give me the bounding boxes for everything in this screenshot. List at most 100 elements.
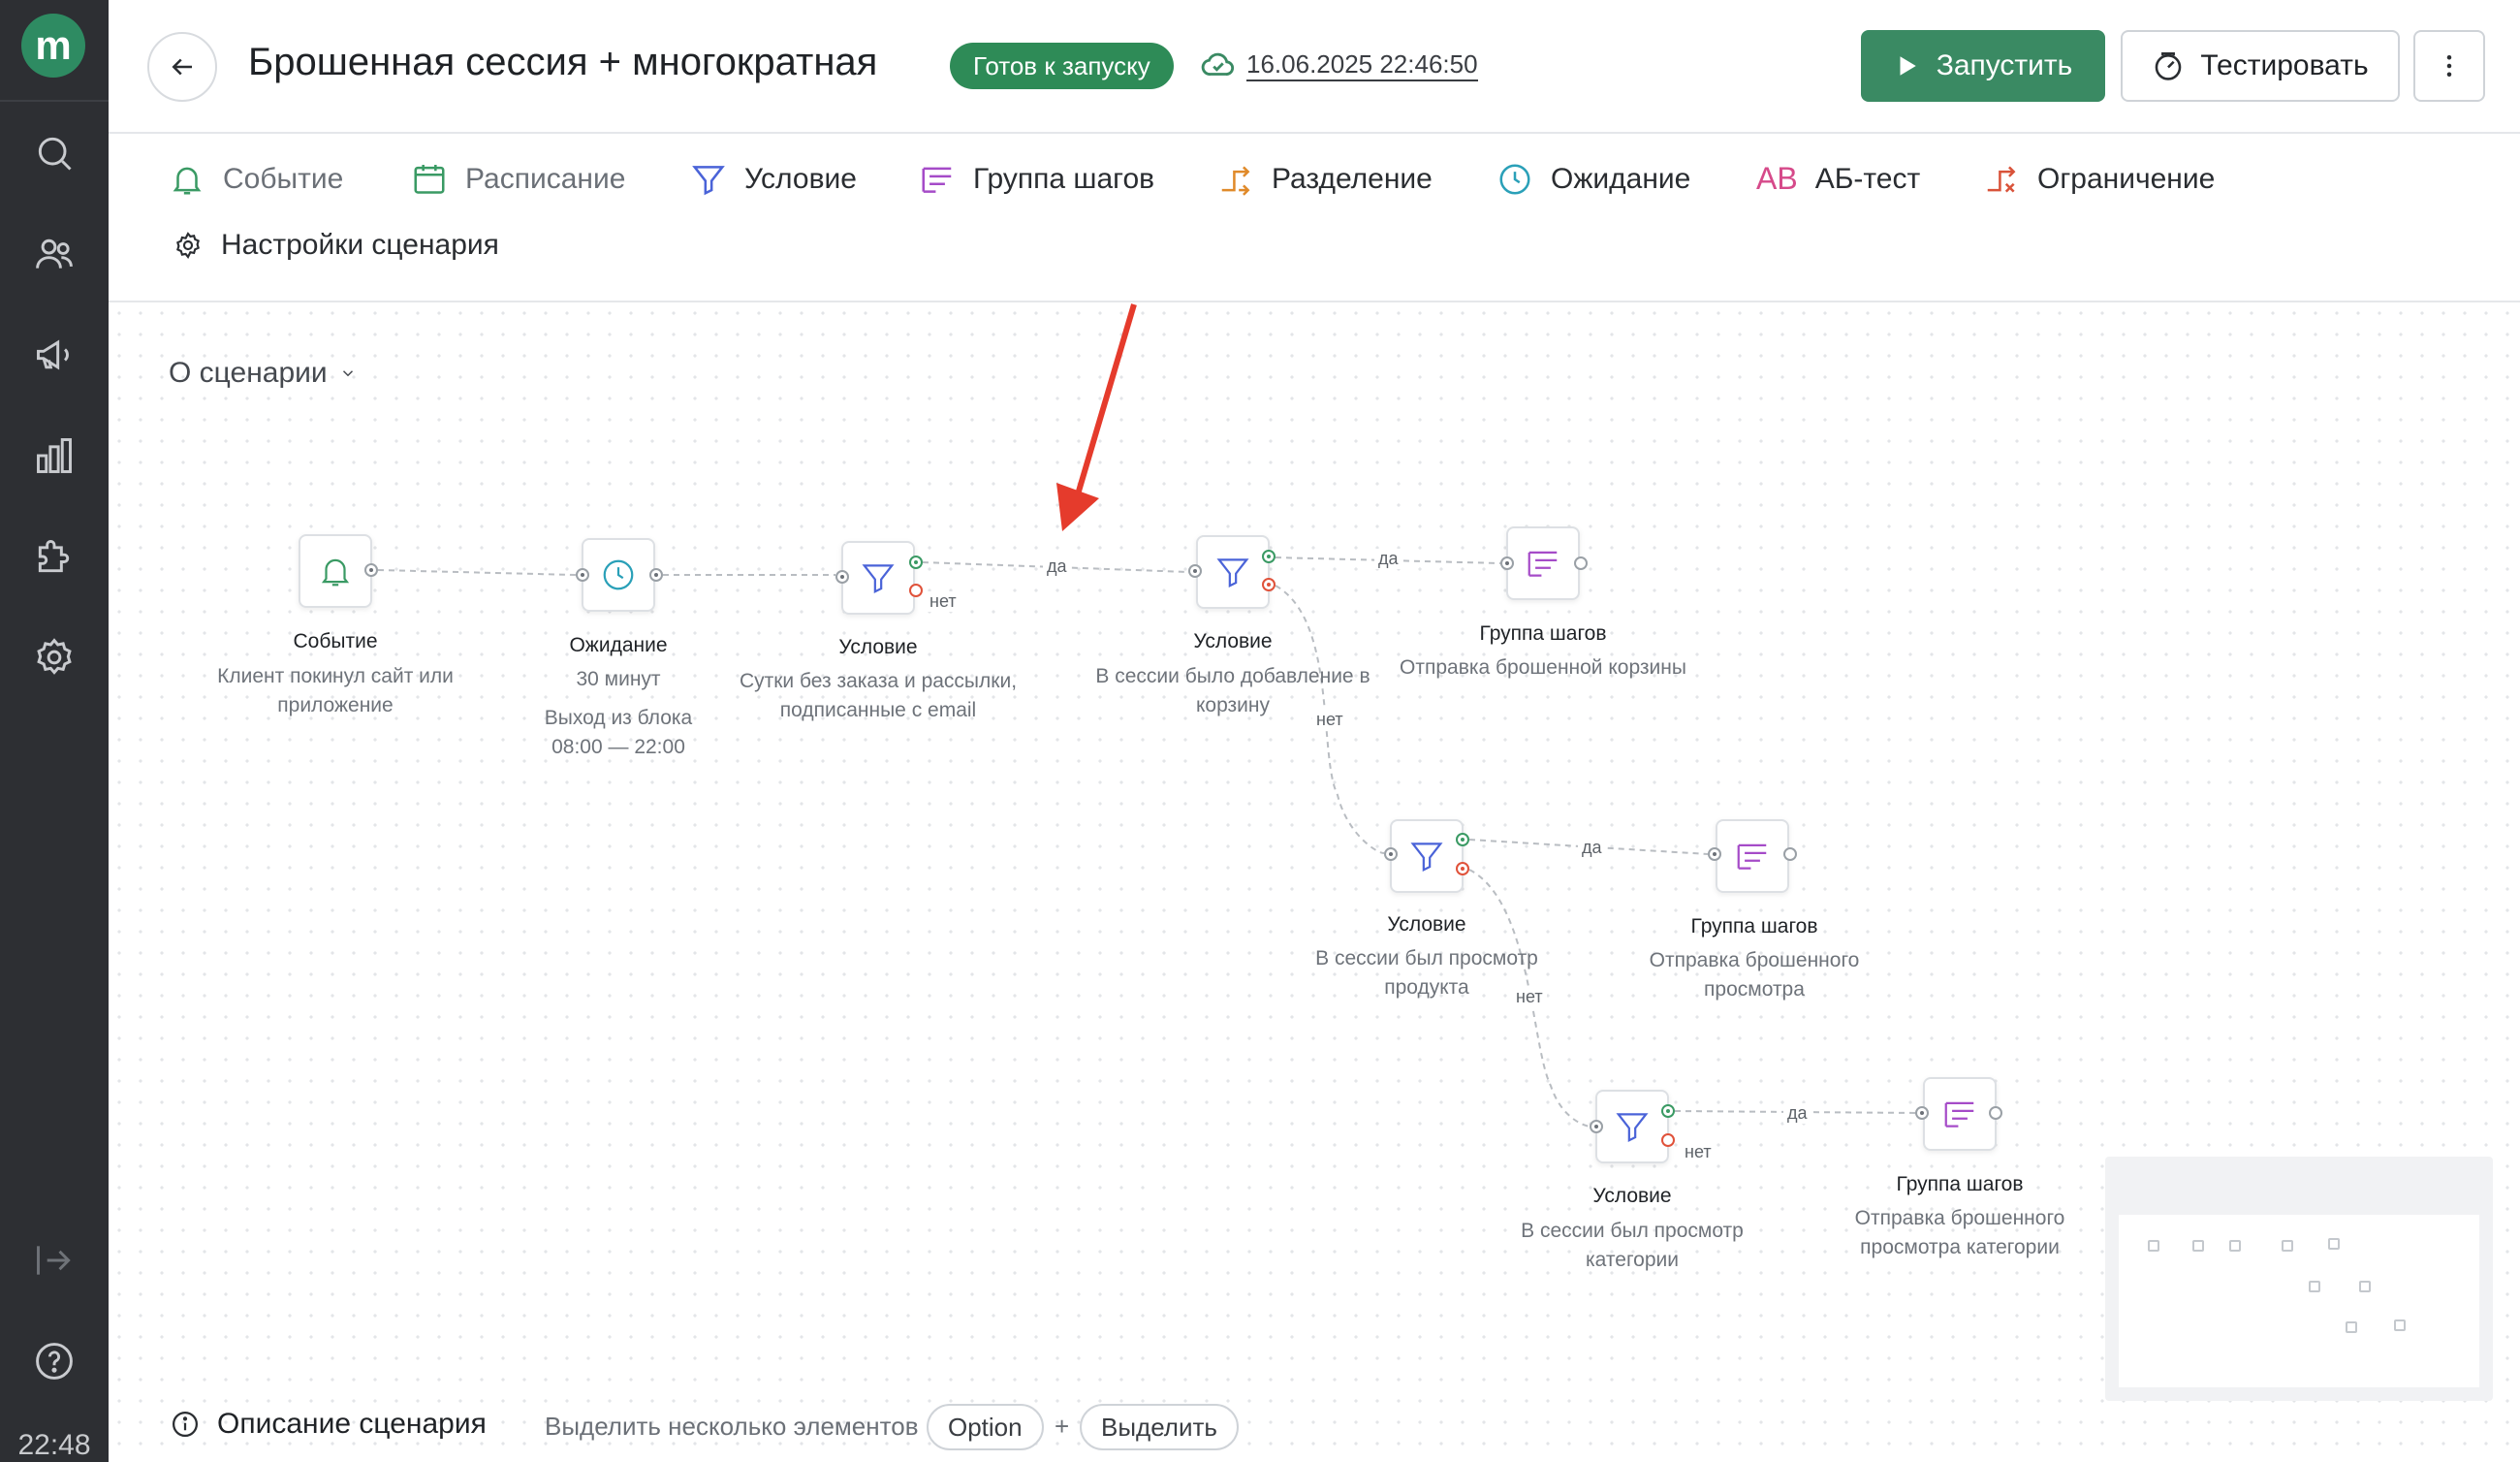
edge-label-no: нет [926,591,961,612]
port-yes[interactable] [1661,1104,1675,1118]
node-desc: В сессии был просмотр категории [1521,1217,1744,1275]
minimap-viewport[interactable] [2119,1215,2479,1387]
collapse-icon[interactable] [27,1233,81,1287]
users-icon[interactable] [27,227,81,281]
header: Брошенная сессия + многократная Готов к … [109,0,2520,134]
about-scenario-toggle[interactable]: О сценарии [169,357,357,390]
node-step-group[interactable] [1716,819,1789,893]
funnel-icon [1616,1113,1649,1143]
saved-timestamp[interactable]: 16.06.2025 22:46:50 [1246,48,1478,81]
arrow-left-icon [172,58,192,76]
port-in[interactable] [1188,564,1202,578]
edge-label-yes: да [1043,556,1071,577]
tool-label: Группа шагов [973,163,1155,195]
node-desc: Клиент покинул сайт или приложение [217,662,454,720]
multi-select-hint: Выделить несколько элементов [545,1412,919,1441]
desc-line: 30 минут [576,668,661,690]
scenario-settings[interactable]: Настройки сценария [173,229,499,262]
run-button[interactable]: Запустить [1861,30,2105,102]
clock-icon [603,559,634,590]
minimap-node [2359,1281,2371,1292]
sidebar-divider [0,100,109,102]
about-label: О сценарии [169,357,328,389]
puzzle-icon[interactable] [27,529,81,584]
tool-label: Ограничение [2037,163,2216,195]
step-group-icon [1944,1101,1974,1128]
port-in[interactable] [576,568,589,582]
port-in[interactable] [1708,847,1721,861]
minimap-node [2282,1240,2293,1252]
help-icon[interactable] [27,1334,81,1388]
port-in[interactable] [1915,1106,1929,1120]
chart-icon[interactable] [27,429,81,483]
node-desc: 30 минут Выход из блока 08:00 — 22:00 [545,665,692,762]
chevron-down-icon [342,370,353,377]
tool-split[interactable]: Разделение [1217,161,1433,198]
port-yes[interactable] [1456,833,1469,846]
node-title: Группа шагов [1896,1173,2024,1195]
node-step-group[interactable] [1923,1077,1997,1151]
port-out[interactable] [1574,556,1588,570]
port-out[interactable] [1783,847,1797,861]
tool-ab-test[interactable]: AB АБ-тест [1756,161,1920,197]
description-label: Описание сценария [217,1408,487,1440]
minimap[interactable] [2105,1157,2493,1401]
minimap-node [2346,1321,2357,1333]
settings-icon[interactable] [27,630,81,684]
tool-event[interactable]: Событие [169,161,343,198]
tool-step-group[interactable]: Группа шагов [919,161,1154,198]
port-in[interactable] [1590,1120,1603,1133]
gear-icon [176,232,200,259]
bell-icon [321,558,350,587]
scenario-description-button[interactable]: Описание сценария [171,1408,487,1441]
port-out[interactable] [1989,1106,2002,1120]
node-condition[interactable] [1196,535,1270,609]
desc-line: Отправка брошенного [1854,1207,2065,1229]
tool-wait[interactable]: Ожидание [1496,161,1690,198]
desc-line: Отправка брошенной корзины [1400,656,1686,679]
more-menu-button[interactable] [2413,30,2485,102]
tool-schedule[interactable]: Расписание [411,161,625,198]
port-no[interactable] [909,584,923,597]
test-button[interactable]: Тестировать [2121,30,2400,102]
node-condition[interactable] [1390,819,1464,893]
tool-condition[interactable]: Условие [690,161,857,198]
minimap-node [2309,1281,2320,1292]
node-title: Ожидание [569,634,668,656]
port-no[interactable] [1661,1133,1675,1147]
desc-line: Выход из блока [544,707,693,729]
minimap-node [2328,1238,2340,1250]
desc-line: категории [1586,1249,1679,1271]
port-no[interactable] [1456,862,1469,875]
node-title: Группа шагов [1479,622,1607,645]
port-no[interactable] [1262,578,1276,591]
desc-line: Отправка брошенного [1649,949,1860,971]
node-wait[interactable] [582,538,655,612]
logo[interactable]: m [21,14,85,78]
node-condition[interactable] [841,541,915,615]
tool-label: Разделение [1272,163,1433,195]
node-step-group[interactable] [1506,526,1580,600]
step-group-icon [1737,843,1767,870]
desc-line: приложение [277,694,394,716]
port-out[interactable] [364,563,378,577]
port-out[interactable] [649,568,663,582]
step-group-icon [1528,551,1558,577]
desc-line: В сессии было добавление в [1095,665,1370,687]
port-yes[interactable] [1262,550,1276,563]
tool-limit[interactable]: Ограничение [1983,161,2215,198]
node-condition[interactable] [1595,1090,1669,1163]
search-icon[interactable] [27,126,81,180]
desc-line: продукта [1384,976,1469,999]
back-button[interactable] [147,32,217,102]
megaphone-icon[interactable] [27,328,81,382]
port-in[interactable] [1384,847,1398,861]
desc-line: подписанные с email [779,699,977,721]
port-in[interactable] [1500,556,1514,570]
port-yes[interactable] [909,556,923,569]
minimap-node [2394,1319,2406,1331]
desc-line: В сессии был просмотр [1521,1220,1744,1242]
port-in[interactable] [835,570,849,584]
kebab-icon [2446,55,2452,77]
node-event[interactable] [299,534,372,608]
